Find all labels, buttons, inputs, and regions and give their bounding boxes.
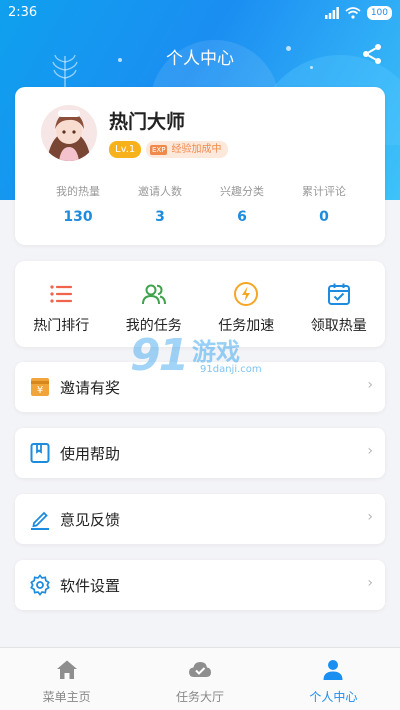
book-icon [30, 443, 50, 463]
bottom-tab-bar: 菜单主页 任务大厅 个人中心 [0, 647, 400, 710]
battery-indicator: 100 [366, 6, 392, 20]
cloud-check-icon [188, 662, 211, 677]
watermark-brand: 91 [130, 330, 189, 381]
menu-label: 软件设置 [60, 577, 121, 595]
stat-value: 3 [155, 209, 165, 225]
shortcut-label: 领取热量 [310, 318, 367, 334]
menu-label: 意见反馈 [60, 511, 121, 529]
stat-value: 6 [237, 209, 247, 225]
menu-label: 使用帮助 [60, 445, 121, 463]
chevron-right-icon: › [367, 443, 373, 459]
wifi-icon [345, 7, 361, 19]
exp-boost-badge: EXP 经验加成中 [146, 141, 229, 158]
shortcut-hot-ranking[interactable]: 热门排行 [15, 261, 108, 347]
stat-interests[interactable]: 兴趣分类 6 [201, 183, 283, 225]
menu-settings[interactable]: 软件设置 › [15, 560, 385, 610]
status-time: 2:36 [8, 5, 38, 20]
stat-invites[interactable]: 邀请人数 3 [119, 183, 201, 225]
tab-home[interactable]: 菜单主页 [0, 648, 133, 710]
tab-profile[interactable]: 个人中心 [267, 648, 400, 710]
menu-feedback[interactable]: 意见反馈 › [15, 494, 385, 544]
shortcut-claim-heat[interactable]: 领取热量 [293, 261, 386, 347]
username: 热门大师 [109, 111, 186, 133]
watermark-logo: 91 游戏 91danji.com [130, 330, 280, 386]
tab-task-hall[interactable]: 任务大厅 [133, 648, 266, 710]
share-icon[interactable] [360, 42, 384, 66]
stats-row: 我的热量 130 邀请人数 3 兴趣分类 6 累计评论 0 [15, 183, 385, 225]
avatar[interactable] [41, 105, 97, 161]
chevron-right-icon: › [367, 575, 373, 591]
exp-tag: EXP [150, 144, 168, 155]
stat-label: 兴趣分类 [220, 185, 264, 198]
profile-card: 热门大师 Lv.1 EXP 经验加成中 我的热量 130 邀请人数 3 兴趣分类… [15, 87, 385, 245]
edit-icon [31, 511, 49, 530]
status-icons: 100 [324, 6, 392, 20]
status-bar: 2:36 100 [0, 0, 400, 28]
watermark-url: 91danji.com [200, 364, 262, 375]
stat-label: 邀请人数 [138, 185, 182, 198]
title-bar: 个人中心 [0, 40, 400, 70]
stat-comments[interactable]: 累计评论 0 [283, 183, 365, 225]
tab-label: 任务大厅 [175, 690, 224, 704]
stat-label: 我的热量 [56, 185, 100, 198]
chevron-right-icon: › [367, 377, 373, 393]
lightning-icon [234, 282, 259, 306]
stat-value: 0 [319, 209, 329, 225]
list-icon [50, 285, 73, 303]
signal-icon [324, 7, 339, 19]
level-badge: Lv.1 [109, 141, 142, 158]
menu-label: 邀请有奖 [60, 379, 121, 397]
svg-text:¥: ¥ [37, 385, 43, 396]
stat-label: 累计评论 [302, 185, 346, 198]
page-title: 个人中心 [166, 49, 234, 69]
shortcut-label: 热门排行 [33, 318, 90, 334]
menu-help[interactable]: 使用帮助 › [15, 428, 385, 478]
chevron-right-icon: › [367, 509, 373, 525]
tab-label: 个人中心 [309, 690, 358, 704]
gear-icon [30, 574, 50, 596]
home-icon [56, 660, 77, 679]
stat-value: 130 [63, 209, 93, 225]
exp-status: 经验加成中 [171, 144, 222, 155]
watermark-name: 游戏 [192, 338, 240, 366]
users-icon [141, 284, 166, 305]
calendar-check-icon [327, 283, 350, 305]
user-icon [323, 660, 343, 680]
stat-heat[interactable]: 我的热量 130 [37, 183, 119, 225]
tab-label: 菜单主页 [42, 690, 91, 704]
gift-icon: ¥ [31, 378, 49, 396]
